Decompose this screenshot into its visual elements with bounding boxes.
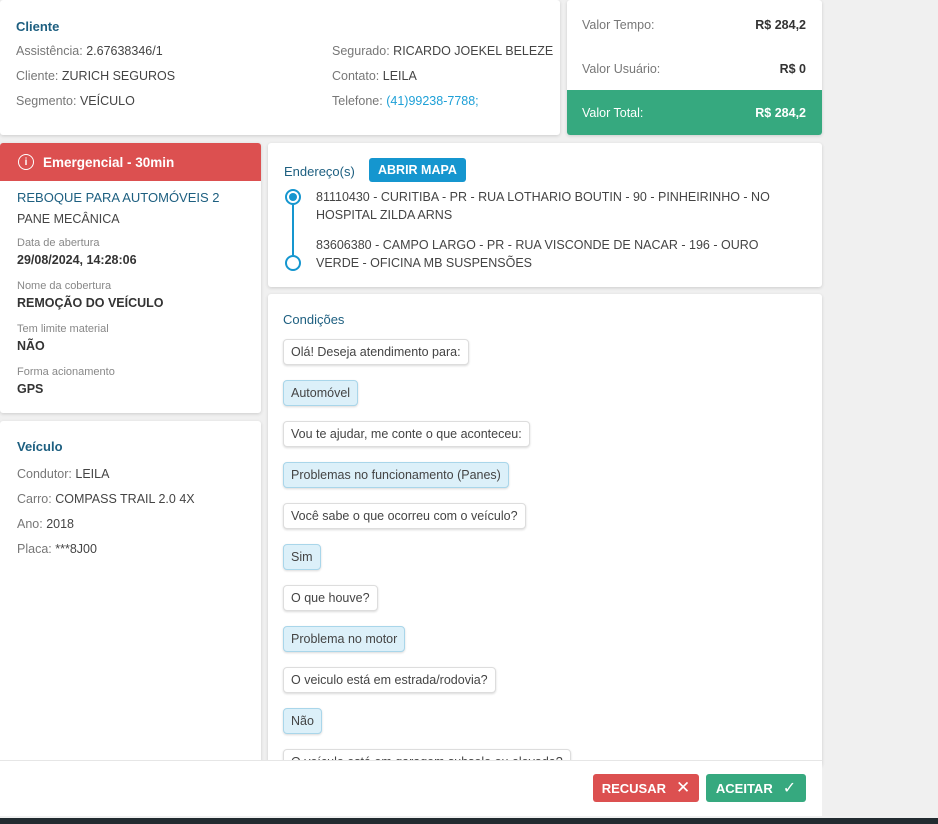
priority-badge: i Emergencial - 30min	[0, 143, 261, 181]
footer-bar: RECUSAR ✕ ACEITAR ✓	[0, 760, 822, 816]
address-card: Endereço(s) ABRIR MAPA 81110430 - CURITI…	[268, 143, 822, 287]
client-title: Cliente	[16, 19, 60, 34]
contato: Contato: LEILA	[332, 69, 417, 83]
answer-bubble: Problemas no funcionamento (Panes)	[283, 462, 509, 488]
question-bubble: Vou te ajudar, me conte o que aconteceu:	[283, 421, 530, 447]
service-type: PANE MECÂNICA	[17, 212, 120, 226]
segurado: Segurado: RICARDO JOEKEL BELEZE	[332, 44, 554, 58]
answer-bubble: Automóvel	[283, 380, 359, 406]
route-line	[292, 205, 294, 255]
conversation-list: Olá! Deseja atendimento para: Automóvel Vo…	[283, 339, 571, 766]
destination-marker-icon	[285, 255, 301, 271]
segmento: Segmento: VEÍCULO	[16, 94, 135, 108]
close-icon: ✕	[676, 778, 691, 797]
answer-bubble: Sim	[283, 544, 321, 570]
valor-tempo: R$ 284,2	[755, 18, 806, 32]
phone-link[interactable]: (41)99238-7788;	[386, 94, 478, 108]
check-icon: ✓	[782, 780, 797, 797]
valor-total-bar: Valor Total: R$ 284,2	[567, 90, 822, 135]
answer-bubble: Problema no motor	[283, 626, 406, 652]
client-card: Cliente Assistência: 2.67638346/1 Client…	[0, 0, 560, 135]
conditions-card: Condições Olá! Deseja atendimento para: A…	[268, 294, 822, 766]
info-icon: i	[18, 154, 34, 170]
telefone: Telefone: (41)99238-7788;	[332, 94, 479, 108]
vehicle-card: Veículo Condutor: LEILA Carro: COMPASS T…	[0, 421, 261, 766]
accept-button[interactable]: ACEITAR ✓	[706, 774, 806, 802]
question-bubble: O veiculo está em estrada/rodovia?	[283, 667, 496, 693]
service-card: i Emergencial - 30min REBOQUE PARA AUTOM…	[0, 143, 261, 413]
origin-marker-icon	[285, 189, 301, 205]
origin-address: 81110430 - CURITIBA - PR - RUA LOTHARIO …	[316, 190, 770, 222]
assistencia: Assistência: 2.67638346/1	[16, 44, 163, 58]
taskbar	[0, 818, 938, 824]
answer-bubble: Não	[283, 708, 322, 734]
open-map-button[interactable]: ABRIR MAPA	[369, 158, 466, 182]
reject-button[interactable]: RECUSAR ✕	[593, 774, 699, 802]
service-name: REBOQUE PARA AUTOMÓVEIS 2	[17, 190, 220, 205]
question-bubble: Olá! Deseja atendimento para:	[283, 339, 469, 365]
cliente: Cliente: ZURICH SEGUROS	[16, 69, 176, 83]
question-bubble: Você sabe o que ocorreu com o veículo?	[283, 503, 526, 529]
valor-usuario: R$ 0	[779, 62, 806, 76]
destination-address: 83606380 - CAMPO LARGO - PR - RUA VISCON…	[316, 238, 759, 270]
valor-total: R$ 284,2	[755, 106, 806, 120]
question-bubble: O que houve?	[283, 585, 378, 611]
values-card: Valor Tempo: R$ 284,2 Valor Usuário: R$ …	[567, 0, 822, 135]
